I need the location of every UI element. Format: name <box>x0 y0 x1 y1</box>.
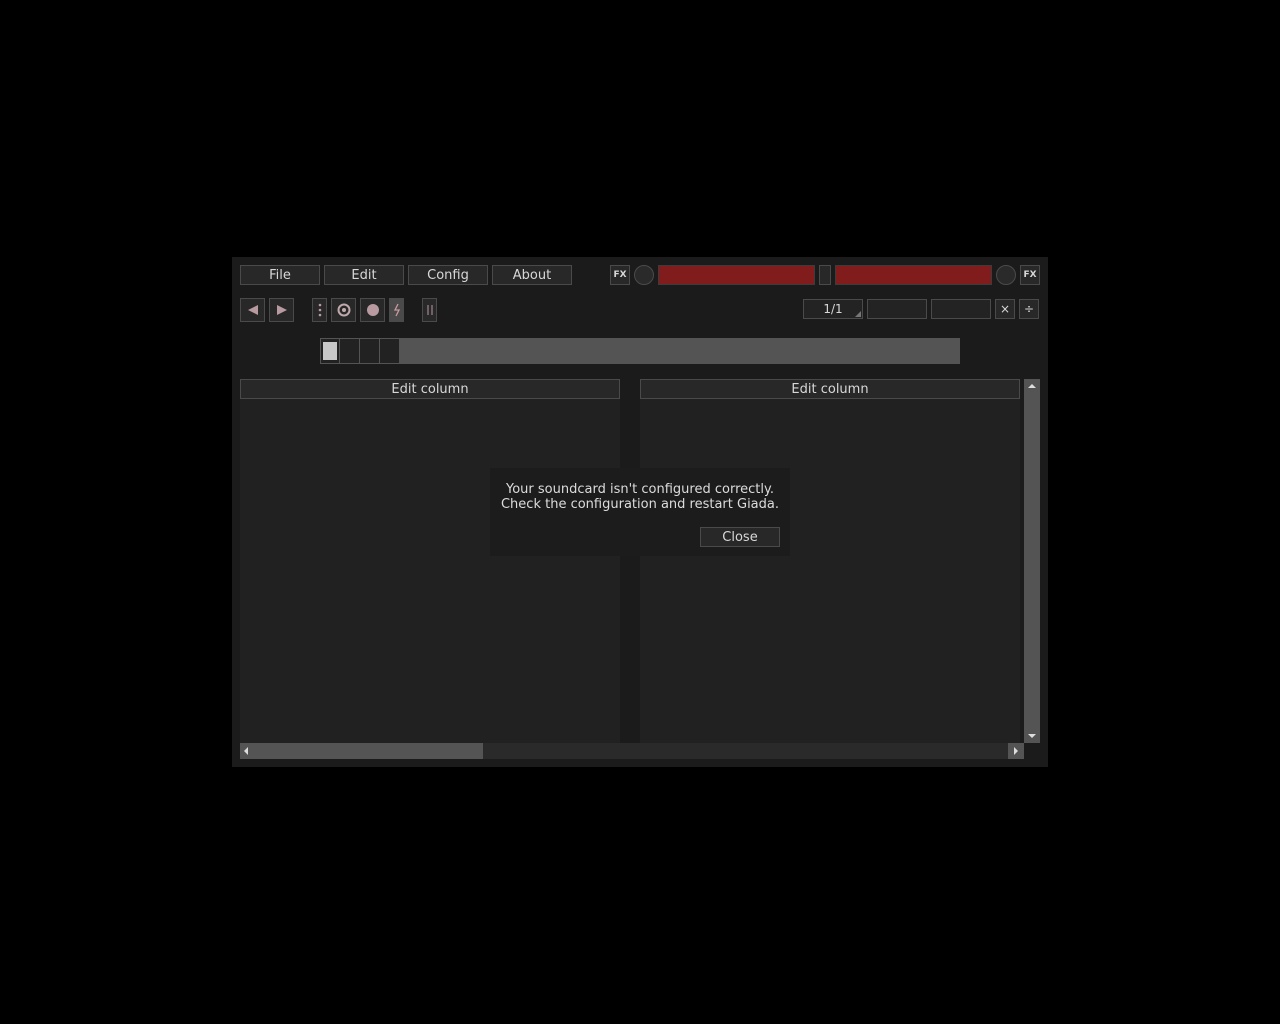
scroll-down-icon[interactable] <box>1027 732 1037 740</box>
file-menu-button[interactable]: File <box>240 265 320 285</box>
beats-bars-field[interactable]: 1/1 <box>803 299 863 319</box>
metronome-button[interactable] <box>422 298 437 322</box>
input-volume-knob[interactable] <box>634 265 654 285</box>
alert-line-1: Your soundcard isn't configured correctl… <box>506 482 774 497</box>
record-actions-button[interactable] <box>331 298 356 322</box>
input-to-output-toggle[interactable] <box>819 265 831 285</box>
output-volume-knob[interactable] <box>996 265 1016 285</box>
metronome-icon <box>427 305 432 315</box>
main-window: File Edit Config About FX FX 1/1 × ÷ Edi… <box>232 257 1048 767</box>
beat-cursor <box>323 342 337 360</box>
multiply-beats-button[interactable]: × <box>995 299 1015 319</box>
config-menu-button[interactable]: Config <box>408 265 488 285</box>
record-input-button[interactable] <box>360 298 385 322</box>
scroll-up-icon[interactable] <box>1027 382 1037 390</box>
alert-message: Your soundcard isn't configured correctl… <box>490 482 790 512</box>
edit-column-1-button[interactable]: Edit column <box>240 379 620 399</box>
vertical-scrollbar[interactable] <box>1024 379 1040 743</box>
rewind-button[interactable] <box>240 298 265 322</box>
edit-menu-button[interactable]: Edit <box>324 265 404 285</box>
alert-line-2: Check the configuration and restart Giad… <box>500 497 779 512</box>
input-fx-button[interactable]: FX <box>610 265 630 285</box>
edit-column-2-button[interactable]: Edit column <box>640 379 1020 399</box>
lightning-icon <box>393 303 400 317</box>
beat-meter <box>320 338 960 364</box>
record-input-icon <box>366 304 379 316</box>
output-level-meter <box>835 265 992 285</box>
beat-divider <box>339 338 340 364</box>
play-button[interactable] <box>269 298 294 322</box>
record-actions-icon <box>337 303 350 317</box>
input-level-meter <box>658 265 815 285</box>
alert-dialog: Your soundcard isn't configured correctl… <box>490 468 790 556</box>
more-dots-icon <box>318 303 321 317</box>
input-rec-mode-button[interactable] <box>312 298 327 322</box>
quantize-field[interactable] <box>931 299 991 319</box>
beat-divider <box>359 338 360 364</box>
free-input-rec-button[interactable] <box>389 298 404 322</box>
close-button[interactable]: Close <box>700 527 780 547</box>
output-fx-button[interactable]: FX <box>1020 265 1040 285</box>
scroll-left-icon[interactable] <box>242 746 250 756</box>
about-menu-button[interactable]: About <box>492 265 572 285</box>
vertical-scrollbar-thumb[interactable] <box>1024 379 1040 743</box>
bpm-field[interactable] <box>867 299 927 319</box>
beat-divider <box>379 338 380 364</box>
horizontal-scrollbar[interactable] <box>240 743 1024 759</box>
column-2 <box>640 379 1020 743</box>
rewind-icon <box>247 305 258 315</box>
horizontal-scrollbar-thumb[interactable] <box>240 743 483 759</box>
play-icon <box>276 305 287 315</box>
divide-beats-button[interactable]: ÷ <box>1019 299 1039 319</box>
scroll-right-icon[interactable] <box>1012 746 1020 756</box>
resize-corner-icon <box>855 311 861 317</box>
column-1 <box>240 379 620 743</box>
